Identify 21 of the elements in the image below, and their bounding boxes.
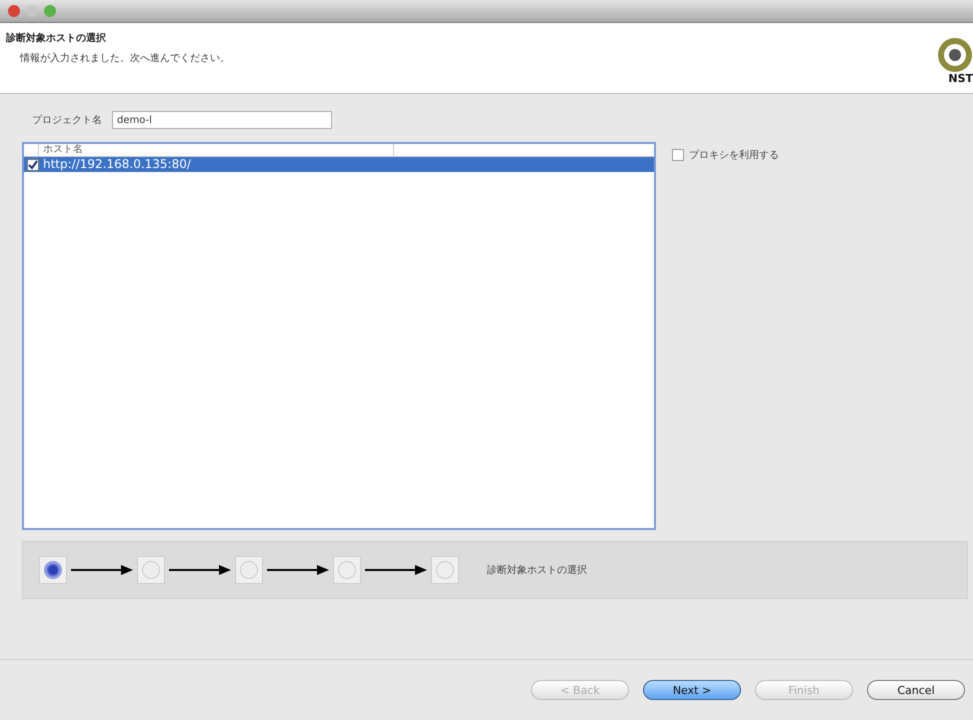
checkbox[interactable] bbox=[27, 158, 39, 170]
project-name-label: プロジェクト名 bbox=[32, 114, 102, 127]
arrow-icon bbox=[365, 564, 427, 576]
logo-text: NST bbox=[948, 73, 973, 84]
host-cell: http://192.168.0.135:80/ bbox=[43, 157, 191, 172]
project-name-field[interactable]: demo-l bbox=[112, 111, 332, 129]
close-button[interactable] bbox=[8, 5, 20, 17]
arrow-icon bbox=[71, 564, 133, 576]
zoom-button[interactable] bbox=[44, 5, 56, 17]
checkbox[interactable] bbox=[672, 149, 684, 161]
arrow-icon bbox=[267, 564, 329, 576]
page-message: 情報が入力されました。次へ進んでください。 bbox=[20, 52, 230, 65]
arrow-icon bbox=[169, 564, 231, 576]
proxy-label: プロキシを利用する bbox=[689, 148, 779, 162]
table-row[interactable]: http://192.168.0.135:80/ bbox=[24, 157, 654, 172]
dialog-button[interactable]: Cancel bbox=[867, 680, 965, 700]
ring-logo-icon bbox=[937, 37, 973, 73]
dialog-button[interactable]: Next > bbox=[643, 680, 741, 700]
step-label: 診断対象ホストの選択 bbox=[487, 564, 587, 577]
page-title: 診断対象ホストの選択 bbox=[6, 31, 107, 45]
column-header[interactable]: ホスト名 bbox=[39, 144, 394, 156]
